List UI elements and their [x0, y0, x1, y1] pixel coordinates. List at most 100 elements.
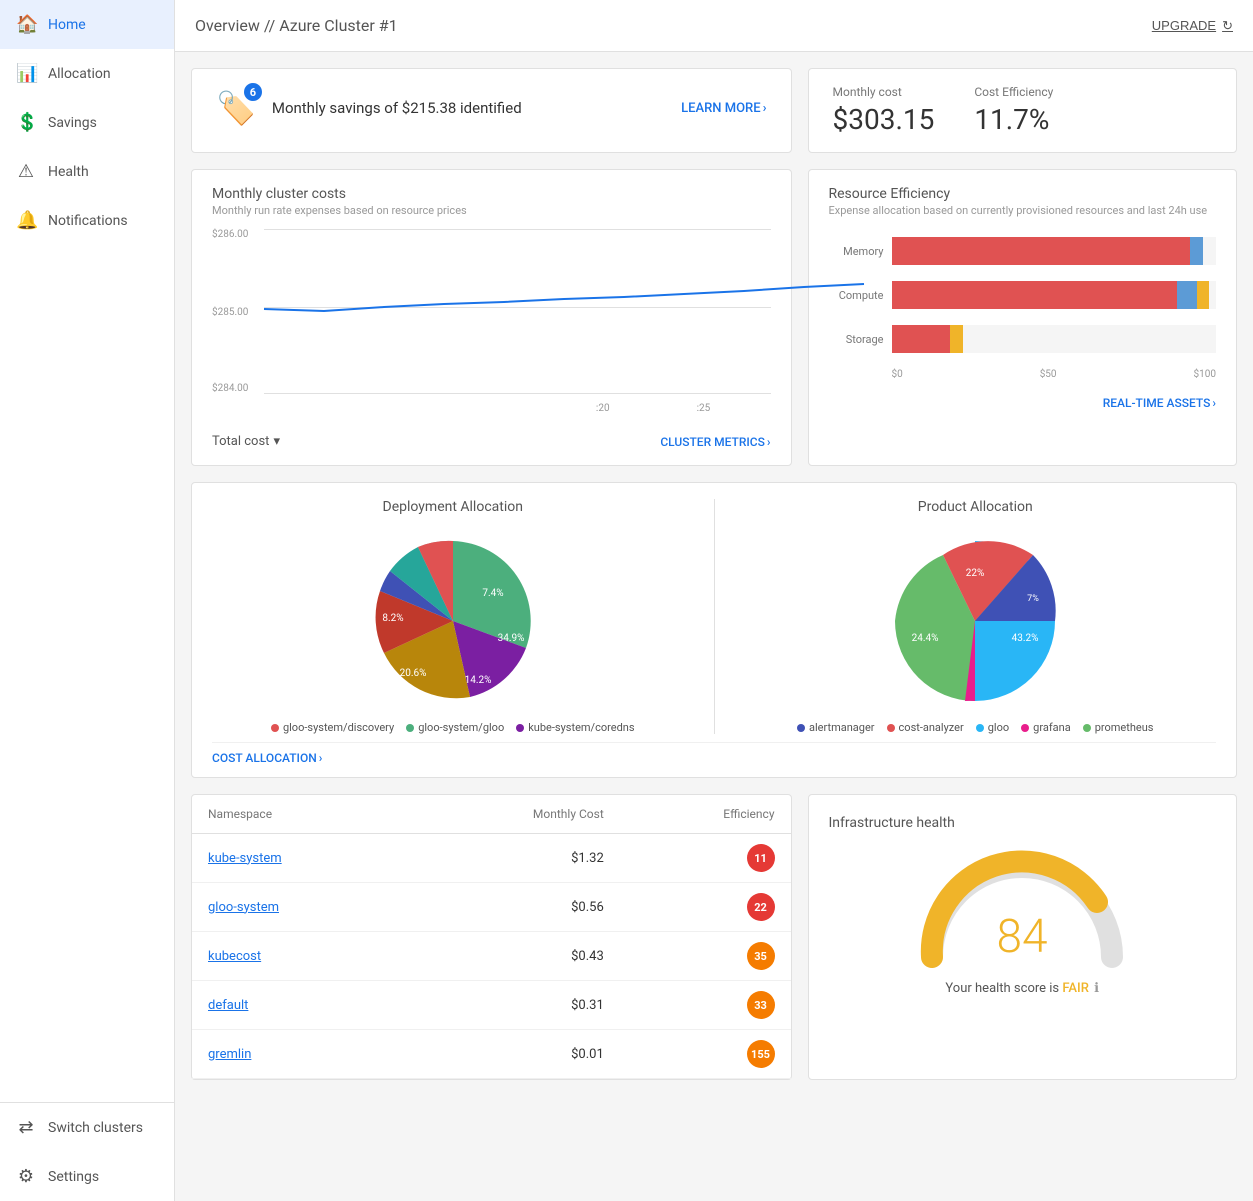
pie-label-20.6: 20.6% [399, 668, 426, 679]
deployment-pie-svg: 7.4% 34.9% 14.2% 20.6% 8.2% [363, 531, 543, 711]
legend-dot-alertmanager [797, 724, 805, 732]
pie-prod-label-22: 22% [966, 568, 985, 579]
x-label-2: :25 [697, 403, 711, 414]
bar-fill-blue-memory [1190, 237, 1203, 265]
cost-efficiency-value: 11.7% [974, 103, 1053, 136]
chart-area: $286.00 $285.00 $284.00 [212, 229, 771, 394]
chevron-right-icon-2: › [767, 435, 771, 449]
legend-dot-discovery [271, 724, 279, 732]
ns-link-kube-system[interactable]: kube-system [208, 851, 282, 866]
pie-prod-label-24: 24.4% [912, 633, 939, 644]
sidebar-item-health[interactable]: ⚠ Health [0, 147, 174, 196]
ns-efficiency: 155 [620, 1030, 791, 1079]
allocation-card: Deployment Allocation [191, 482, 1237, 778]
sidebar-label-savings: Savings [48, 115, 97, 131]
ns-link-kubecost[interactable]: kubecost [208, 949, 261, 964]
ns-efficiency: 35 [620, 932, 791, 981]
health-gauge-svg: 84 [912, 847, 1132, 977]
bar-fill-red-compute [892, 281, 1178, 309]
legend-discovery: gloo-system/discovery [271, 721, 394, 734]
bar-chart: Memory Compute [829, 229, 1217, 388]
cost-summary: Monthly cost $303.15 Cost Efficiency 11.… [809, 69, 1237, 152]
bar-track-storage [892, 325, 1217, 353]
bar-track-memory [892, 237, 1217, 265]
legend-gloo: gloo-system/gloo [406, 721, 504, 734]
sidebar-item-savings[interactable]: 💲 Savings [0, 98, 174, 147]
ns-link-default[interactable]: default [208, 998, 248, 1013]
legend-alertmanager: alertmanager [797, 721, 875, 734]
allocation-row: Deployment Allocation [212, 499, 1216, 734]
ns-name: default [192, 981, 409, 1030]
ns-link-gremlin[interactable]: gremlin [208, 1047, 251, 1062]
chevron-right-icon: › [763, 101, 767, 116]
product-legend: alertmanager cost-analyzer gloo [797, 721, 1153, 734]
legend-dot-prometheus [1083, 724, 1091, 732]
sidebar: 🏠 Home📊 Allocation💲 Savings⚠ Health🔔 Not… [0, 0, 175, 1201]
deployment-legend: gloo-system/discovery gloo-system/gloo k… [271, 721, 635, 734]
ns-efficiency: 33 [620, 981, 791, 1030]
legend-label-grafana: grafana [1033, 721, 1071, 734]
savings-badge: 6 [244, 83, 262, 101]
switch-clusters-icon: ⇄ [16, 1117, 36, 1138]
sidebar-item-home[interactable]: 🏠 Home [0, 0, 174, 49]
monthly-cost-label: Monthly cost [833, 85, 935, 99]
ns-link-gloo-system[interactable]: gloo-system [208, 900, 279, 915]
legend-label-coredns: kube-system/coredns [528, 721, 634, 734]
upgrade-label: UPGRADE [1152, 18, 1216, 33]
ns-name: gloo-system [192, 883, 409, 932]
info-icon[interactable]: ℹ [1094, 981, 1099, 996]
legend-dot-gloo [406, 724, 414, 732]
product-allocation: Product Allocation [735, 499, 1217, 734]
x-axis-100: $100 [1194, 369, 1216, 380]
infrastructure-health-card: Infrastructure health 84 Your heal [808, 794, 1238, 1080]
legend-coredns: kube-system/coredns [516, 721, 634, 734]
dropdown-icon[interactable]: ▾ [273, 434, 280, 449]
bar-fill-blue-compute [1177, 281, 1196, 309]
sidebar-item-settings[interactable]: ⚙ Settings [0, 1152, 174, 1201]
table-row: kube-system $1.32 11 [192, 834, 791, 883]
resource-efficiency-section: Resource Efficiency Expense allocation b… [809, 170, 1237, 426]
sidebar-item-allocation[interactable]: 📊 Allocation [0, 49, 174, 98]
pie-prod-label-43: 43.2% [1012, 633, 1039, 644]
resource-efficiency-card: Resource Efficiency Expense allocation b… [808, 169, 1238, 466]
monthly-costs-section: Monthly cluster costs Monthly run rate e… [192, 170, 791, 465]
cost-allocation-link[interactable]: COST ALLOCATION › [212, 751, 1216, 765]
bar-label-storage: Storage [829, 333, 884, 346]
learn-more-link[interactable]: LEARN MORE › [681, 101, 766, 116]
product-allocation-title: Product Allocation [918, 499, 1033, 515]
upgrade-button[interactable]: UPGRADE ↻ [1152, 18, 1233, 34]
legend-dot-coredns [516, 724, 524, 732]
savings-banner: 🏷️ 6 Monthly savings of $215.38 identifi… [192, 69, 791, 147]
ns-efficiency: 11 [620, 834, 791, 883]
cost-efficiency-label: Cost Efficiency [974, 85, 1053, 99]
cluster-metrics-link[interactable]: CLUSTER METRICS › [660, 435, 770, 449]
sidebar-item-notifications[interactable]: 🔔 Notifications [0, 196, 174, 245]
legend-label-cost-analyzer: cost-analyzer [899, 721, 964, 734]
ns-cost: $0.56 [409, 883, 620, 932]
settings-icon: ⚙ [16, 1166, 36, 1187]
efficiency-badge-gloo-system: 22 [747, 893, 775, 921]
bar-label-memory: Memory [829, 245, 884, 258]
table-row: gloo-system $0.56 22 [192, 883, 791, 932]
sidebar-label-home: Home [48, 17, 86, 33]
allocation-footer: COST ALLOCATION › [212, 742, 1216, 769]
sidebar-item-switch-clusters[interactable]: ⇄ Switch clusters [0, 1103, 174, 1152]
legend-label-prometheus: prometheus [1095, 721, 1154, 734]
x-label-1: :20 [596, 403, 610, 414]
bottom-row: Namespace Monthly Cost Efficiency kube-s… [191, 794, 1237, 1080]
infrastructure-health: Infrastructure health 84 Your heal [809, 795, 1237, 1016]
legend-label-gloo-prod: gloo [988, 721, 1009, 734]
resource-efficiency-subtitle: Expense allocation based on currently pr… [829, 204, 1217, 217]
resource-efficiency-title: Resource Efficiency [829, 186, 1217, 202]
sidebar-label-switch-clusters: Switch clusters [48, 1120, 143, 1136]
x-axis-50: $50 [1040, 369, 1057, 380]
ns-efficiency: 22 [620, 883, 791, 932]
refresh-icon: ↻ [1222, 18, 1233, 34]
topbar: Overview // Azure Cluster #1 UPGRADE ↻ [175, 0, 1253, 52]
legend-dot-cost-analyzer [887, 724, 895, 732]
efficiency-badge-default: 33 [747, 991, 775, 1019]
real-time-assets-link[interactable]: REAL-TIME ASSETS › [1103, 396, 1216, 410]
ns-cost: $0.01 [409, 1030, 620, 1079]
bar-fill-yellow-storage [950, 325, 963, 353]
legend-grafana: grafana [1021, 721, 1071, 734]
